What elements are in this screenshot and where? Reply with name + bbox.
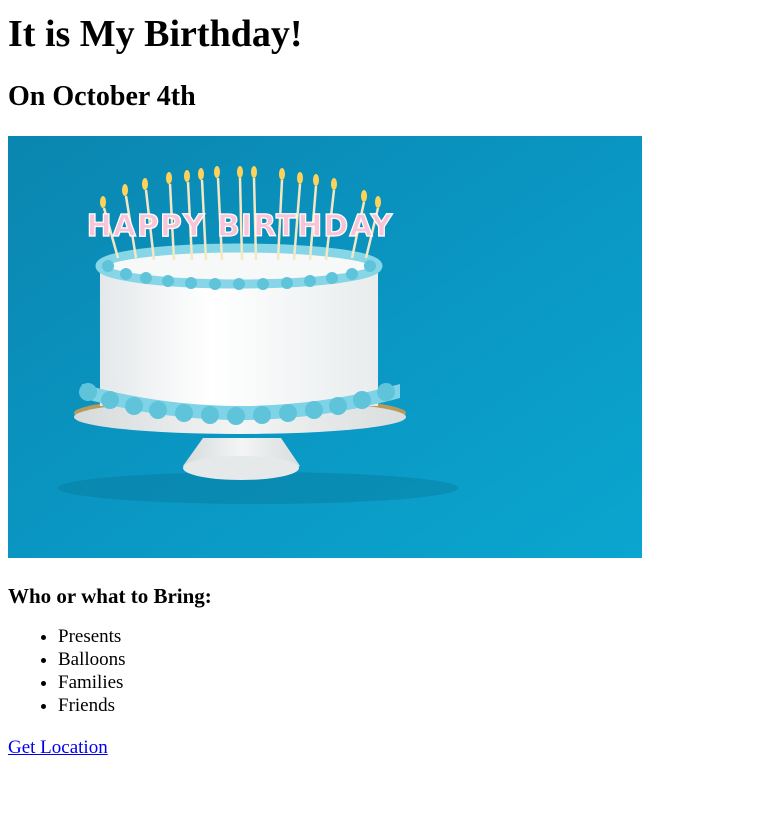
birthday-cake-image: HAPPY BIRTHDAY xyxy=(8,136,642,558)
get-location-link[interactable]: Get Location xyxy=(8,736,108,759)
date-heading: On October 4th xyxy=(8,81,196,112)
candles-text: HAPPY BIRTHDAY xyxy=(87,209,394,244)
list-item: Families xyxy=(58,671,752,694)
page: It is My Birthday! On October 4th HAPPY … xyxy=(0,0,760,759)
bring-heading: Who or what to Bring: xyxy=(8,584,212,608)
list-item: Balloons xyxy=(58,648,752,671)
list-item: Friends xyxy=(58,694,752,717)
page-title: It is My Birthday! xyxy=(8,13,303,55)
list-item: Presents xyxy=(58,625,752,648)
bring-list: Presents Balloons Families Friends xyxy=(8,625,752,717)
